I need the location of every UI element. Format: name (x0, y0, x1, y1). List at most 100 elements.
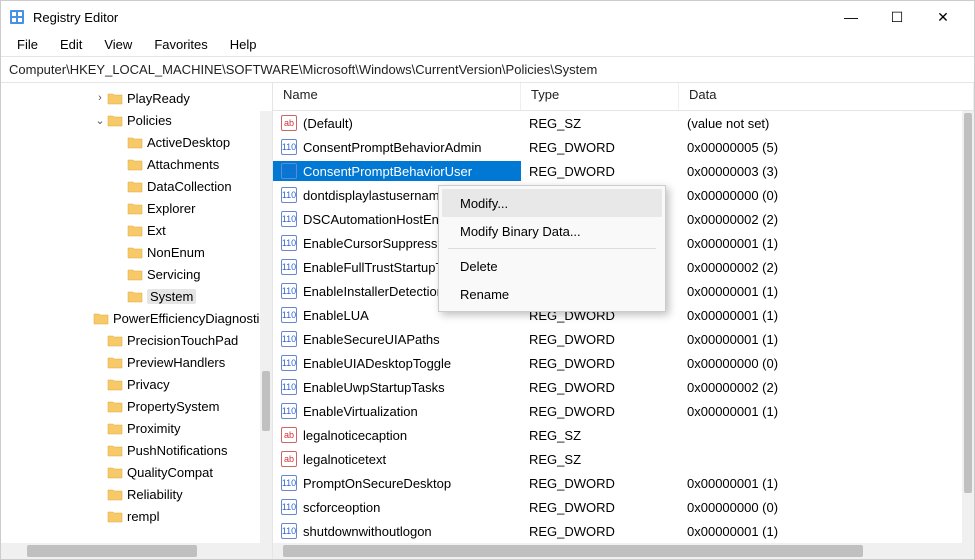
value-row[interactable]: ablegalnoticetextREG_SZ (273, 447, 974, 471)
list-body[interactable]: ab(Default)REG_SZ(value not set)110Conse… (273, 111, 974, 543)
value-data-cell: 0x00000001 (1) (679, 306, 974, 325)
chevron-right-icon[interactable]: › (93, 92, 107, 104)
value-row[interactable]: 110ConsentPromptBehaviorAdminREG_DWORD0x… (273, 135, 974, 159)
folder-icon (107, 112, 123, 128)
tree-item-label: ActiveDesktop (147, 135, 230, 150)
folder-icon (107, 376, 123, 392)
tree-item[interactable]: PrecisionTouchPad (1, 329, 272, 351)
value-name-cell: 110scforceoption (273, 497, 521, 517)
value-type-cell: REG_DWORD (521, 402, 679, 421)
menu-view[interactable]: View (94, 35, 142, 54)
tree-item-label: System (147, 289, 196, 304)
tree-item[interactable]: PowerEfficiencyDiagnostics (1, 307, 272, 329)
dword-value-icon: 110 (281, 259, 297, 275)
tree-item[interactable]: Ext (1, 219, 272, 241)
value-row[interactable]: 110ConsentPromptBehaviorUserREG_DWORD0x0… (273, 159, 974, 183)
list-vertical-scrollbar[interactable] (962, 111, 974, 543)
menu-help[interactable]: Help (220, 35, 267, 54)
value-type-cell: REG_SZ (521, 426, 679, 445)
tree-item[interactable]: QualityCompat (1, 461, 272, 483)
folder-icon (107, 332, 123, 348)
folder-icon (107, 508, 123, 524)
tree-item[interactable]: ActiveDesktop (1, 131, 272, 153)
menu-favorites[interactable]: Favorites (144, 35, 217, 54)
tree-item-label: Policies (127, 113, 172, 128)
menu-file[interactable]: File (7, 35, 48, 54)
dword-value-icon: 110 (281, 331, 297, 347)
value-row[interactable]: 110PromptOnSecureDesktopREG_DWORD0x00000… (273, 471, 974, 495)
tree-item[interactable]: Privacy (1, 373, 272, 395)
value-type-cell: REG_SZ (521, 114, 679, 133)
value-name: ConsentPromptBehaviorUser (303, 164, 472, 179)
tree-horizontal-scrollbar[interactable] (1, 543, 272, 559)
titlebar: Registry Editor — ☐ ✕ (1, 1, 974, 33)
tree-item-label: PrecisionTouchPad (127, 333, 238, 348)
value-row[interactable]: ab(Default)REG_SZ(value not set) (273, 111, 974, 135)
value-row[interactable]: 110EnableUwpStartupTasksREG_DWORD0x00000… (273, 375, 974, 399)
value-row[interactable]: 110shutdownwithoutlogonREG_DWORD0x000000… (273, 519, 974, 543)
context-menu: Modify... Modify Binary Data... Delete R… (438, 185, 666, 312)
tree-item[interactable]: Servicing (1, 263, 272, 285)
maximize-button[interactable]: ☐ (874, 1, 920, 33)
dword-value-icon: 110 (281, 163, 297, 179)
context-menu-modify-binary[interactable]: Modify Binary Data... (442, 217, 662, 245)
tree-item[interactable]: Proximity (1, 417, 272, 439)
dword-value-icon: 110 (281, 403, 297, 419)
column-header-name[interactable]: Name (273, 83, 521, 110)
value-type-cell: REG_DWORD (521, 138, 679, 157)
tree-item-label: rempl (127, 509, 160, 524)
value-name: (Default) (303, 116, 353, 131)
address-bar[interactable]: Computer\HKEY_LOCAL_MACHINE\SOFTWARE\Mic… (1, 57, 974, 83)
value-data-cell: 0x00000000 (0) (679, 354, 974, 373)
tree-item[interactable]: NonEnum (1, 241, 272, 263)
value-row[interactable]: 110EnableUIADesktopToggleREG_DWORD0x0000… (273, 351, 974, 375)
value-name-cell: 110EnableVirtualization (273, 401, 521, 421)
value-type-cell: REG_SZ (521, 450, 679, 469)
close-button[interactable]: ✕ (920, 1, 966, 33)
tree-item[interactable]: Attachments (1, 153, 272, 175)
value-name: scforceoption (303, 500, 380, 515)
tree-item[interactable]: ›PlayReady (1, 87, 272, 109)
tree-item[interactable]: Explorer (1, 197, 272, 219)
folder-icon (107, 398, 123, 414)
dword-value-icon: 110 (281, 475, 297, 491)
value-data-cell: 0x00000002 (2) (679, 258, 974, 277)
tree-item-label: PropertySystem (127, 399, 219, 414)
tree-item[interactable]: DataCollection (1, 175, 272, 197)
value-row[interactable]: ablegalnoticecaptionREG_SZ (273, 423, 974, 447)
column-header-data[interactable]: Data (679, 83, 974, 110)
tree-scroll[interactable]: ›PlayReady ⌄ Policies ActiveDesktop Attachme… (1, 83, 272, 543)
tree-item[interactable]: PreviewHandlers (1, 351, 272, 373)
value-name-cell: 110PromptOnSecureDesktop (273, 473, 521, 493)
value-list-pane: Name Type Data ab(Default)REG_SZ(value n… (273, 83, 974, 559)
value-row[interactable]: 110EnableSecureUIAPathsREG_DWORD0x000000… (273, 327, 974, 351)
tree-vertical-scrollbar[interactable] (260, 111, 272, 543)
tree-item[interactable]: rempl (1, 505, 272, 527)
value-name-cell: ablegalnoticetext (273, 449, 521, 469)
value-row[interactable]: 110EnableVirtualizationREG_DWORD0x000000… (273, 399, 974, 423)
chevron-down-icon[interactable]: ⌄ (93, 114, 107, 127)
tree-item[interactable]: PropertySystem (1, 395, 272, 417)
context-menu-rename[interactable]: Rename (442, 280, 662, 308)
context-menu-delete[interactable]: Delete (442, 252, 662, 280)
value-type-cell: REG_DWORD (521, 474, 679, 493)
value-data-cell: 0x00000002 (2) (679, 210, 974, 229)
tree-item[interactable]: System (1, 285, 272, 307)
value-type-cell: REG_DWORD (521, 162, 679, 181)
list-horizontal-scrollbar[interactable] (273, 543, 974, 559)
column-header-type[interactable]: Type (521, 83, 679, 110)
value-name: EnableSecureUIAPaths (303, 332, 440, 347)
menubar: File Edit View Favorites Help (1, 33, 974, 57)
tree-item[interactable]: PushNotifications (1, 439, 272, 461)
tree-item-label: QualityCompat (127, 465, 213, 480)
value-row[interactable]: 110scforceoptionREG_DWORD0x00000000 (0) (273, 495, 974, 519)
value-type-cell: REG_DWORD (521, 354, 679, 373)
tree-item[interactable]: ⌄ Policies (1, 109, 272, 131)
minimize-button[interactable]: — (828, 1, 874, 33)
tree-item[interactable]: Reliability (1, 483, 272, 505)
menu-edit[interactable]: Edit (50, 35, 92, 54)
context-menu-modify[interactable]: Modify... (442, 189, 662, 217)
dword-value-icon: 110 (281, 283, 297, 299)
value-name-cell: 110shutdownwithoutlogon (273, 521, 521, 541)
tree-pane: ›PlayReady ⌄ Policies ActiveDesktop Attachme… (1, 83, 273, 559)
